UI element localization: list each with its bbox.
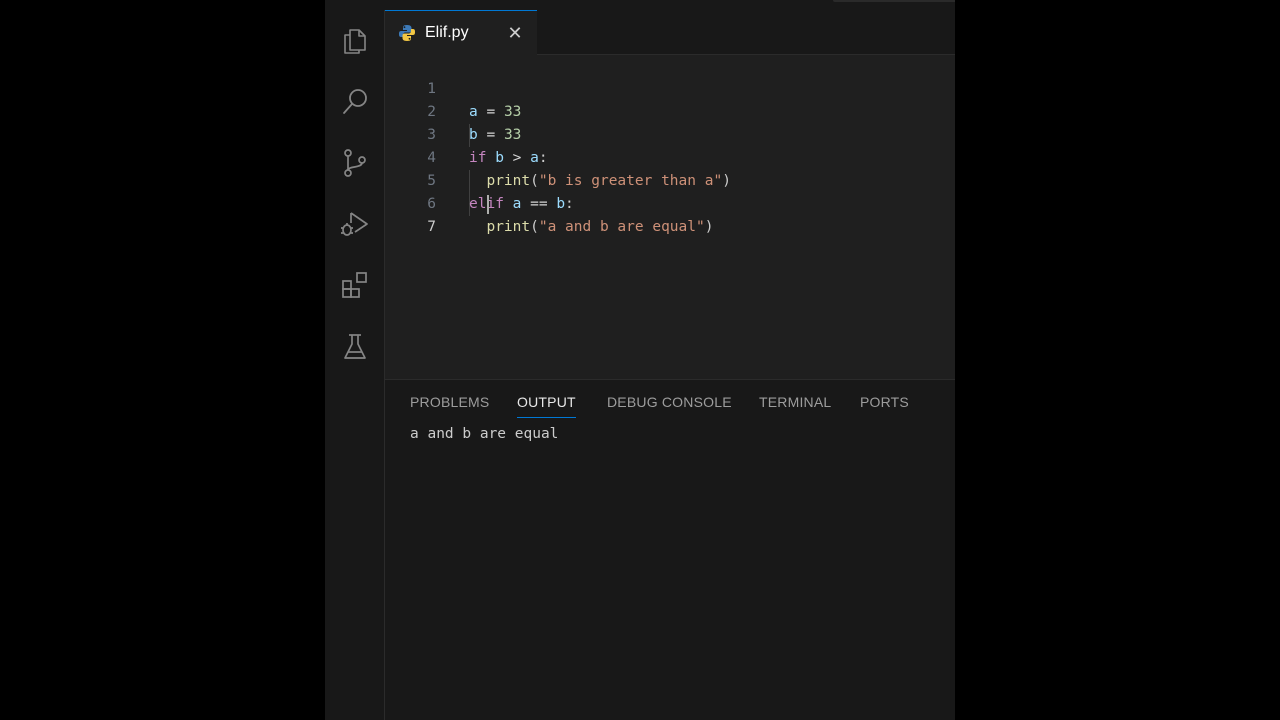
code-line: 6 print("a and b are equal") (385, 170, 955, 235)
extensions-icon[interactable] (325, 258, 384, 314)
editor-tab-bar: Elif.py ✕ (385, 10, 955, 55)
bottom-panel: PROBLEMS OUTPUT DEBUG CONSOLE TERMINAL P… (385, 379, 955, 720)
tab-problems[interactable]: PROBLEMS (410, 394, 489, 410)
command-center[interactable] (833, 0, 955, 2)
code-line: 7 (385, 193, 955, 235)
tab-debug-console[interactable]: DEBUG CONSOLE (607, 394, 732, 410)
testing-icon[interactable] (325, 319, 384, 375)
code-line: 4 print("b is greater than a") (385, 124, 955, 189)
title-bar (325, 0, 955, 10)
output-text: a and b are equal (410, 426, 559, 442)
explorer-icon[interactable] (325, 13, 384, 69)
search-icon[interactable] (325, 74, 384, 130)
tab-filename: Elif.py (425, 24, 469, 41)
run-debug-icon[interactable] (325, 196, 384, 252)
source-control-icon[interactable] (325, 135, 384, 191)
code-text: print("a and b are equal") (486, 219, 714, 235)
tab-ports[interactable]: PORTS (860, 394, 909, 410)
tab-terminal[interactable]: TERMINAL (759, 394, 831, 410)
activity-bar (325, 10, 385, 720)
tab-output[interactable]: OUTPUT (517, 394, 576, 410)
line-number: 7 (427, 219, 436, 235)
python-file-icon (399, 25, 415, 41)
code-editor[interactable]: 1 a = 33 2 b = 33 3 if b > a: 4 print("b… (385, 55, 955, 379)
code-line: 1 a = 33 (385, 55, 955, 120)
vscode-window: Elif.py ✕ 1 a = 33 2 b = 33 3 if b > a: … (325, 0, 955, 720)
code-line: 3 if b > a: (385, 101, 955, 166)
editor-tab-elif-py[interactable]: Elif.py ✕ (385, 10, 537, 55)
text-cursor (487, 195, 489, 214)
code-line: 5 elif a == b: (385, 147, 955, 212)
active-tab-indicator (517, 417, 576, 418)
close-icon[interactable]: ✕ (505, 23, 525, 43)
code-line: 2 b = 33 (385, 78, 955, 143)
